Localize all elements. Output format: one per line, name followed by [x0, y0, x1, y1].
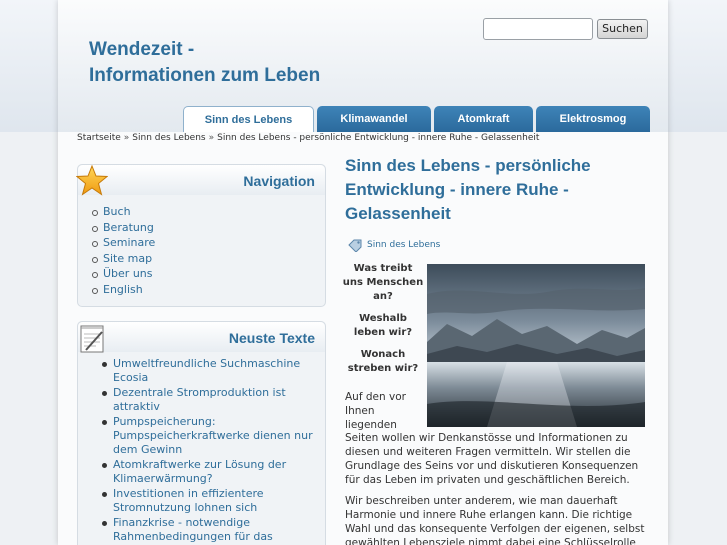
news-list: Umweltfreundliche Suchmaschine Ecosia De… [102, 357, 313, 545]
site-title-line2[interactable]: Informationen zum Leben [89, 63, 389, 89]
nav-item-beratung[interactable]: Beratung [91, 220, 155, 236]
search-button[interactable]: Suchen [597, 19, 648, 39]
site-title-line1[interactable]: Wendezeit - [89, 37, 389, 63]
tab-sinn-des-lebens[interactable]: Sinn des Lebens [183, 106, 314, 132]
header: Wendezeit - Informationen zum Leben Such… [58, 0, 668, 132]
navigation-title: Navigation [243, 173, 315, 189]
tag-link[interactable]: Sinn des Lebens [367, 240, 440, 250]
nav-item-english[interactable]: English [91, 282, 155, 298]
tab-atomkraft[interactable]: Atomkraft [434, 106, 533, 132]
news-item[interactable]: Atomkraftwerke zur Lösung der Klimaerwär… [102, 458, 313, 486]
news-title: Neuste Texte [228, 330, 315, 346]
breadcrumb-section[interactable]: Sinn des Lebens [132, 133, 205, 143]
news-item[interactable]: Pumpspeicherung: Pumpspeicherkraftwerke … [102, 415, 313, 457]
question-text: Wonach streben wir? [347, 349, 419, 374]
notepad-icon [80, 325, 104, 353]
nav-item-buch[interactable]: Buch [91, 204, 155, 220]
navigation-list: Buch Beratung Seminare Site map Über uns… [91, 204, 155, 298]
breadcrumb-home[interactable]: Startseite [77, 133, 121, 143]
article-paragraph-2: Wir beschreiben unter anderem, wie man d… [345, 495, 645, 545]
news-item[interactable]: Dezentrale Stromproduktion ist attraktiv [102, 386, 313, 414]
page-container: Wendezeit - Informationen zum Leben Such… [58, 0, 668, 545]
star-icon [76, 165, 108, 196]
search-input[interactable] [483, 18, 593, 40]
article-title: Sinn des Lebens - persönliche Entwicklun… [345, 156, 591, 223]
nav-item-site-map[interactable]: Site map [91, 251, 155, 267]
tab-klimawandel[interactable]: Klimawandel [317, 106, 431, 132]
article-intro-rest: Seiten wollen wir Denkanstösse und Infor… [345, 432, 639, 486]
tab-elektrosmog[interactable]: Elektrosmog [536, 106, 650, 132]
article-questions: Was treibt uns Menschen an? Weshalb lebe… [342, 262, 424, 384]
news-item[interactable]: Investitionen in effizientere Stromnutzu… [102, 487, 313, 515]
nav-item-seminare[interactable]: Seminare [91, 235, 155, 251]
navigation-box: Navigation Buch Beratung Seminare Site m… [76, 164, 326, 307]
news-item[interactable]: Umweltfreundliche Suchmaschine Ecosia [102, 357, 313, 385]
breadcrumb-current: Sinn des Lebens - persönliche Entwicklun… [217, 133, 540, 143]
breadcrumb-separator: » [208, 133, 215, 143]
tag-icon [348, 239, 362, 252]
breadcrumb: Startseite» Sinn des Lebens» Sinn des Lebe… [77, 132, 539, 144]
question-text: Weshalb leben wir? [353, 313, 413, 338]
article-intro-start: Auf den vor Ihnen liegenden [345, 391, 406, 431]
nav-item-ueber-uns[interactable]: Über uns [91, 266, 155, 282]
lake-mountain-image [427, 264, 645, 427]
news-box: Neuste Texte Umweltfreundliche Suchmasch… [77, 321, 326, 545]
breadcrumb-separator: » [123, 133, 130, 143]
news-item[interactable]: Finanzkrise - notwendige Rahmenbedingung… [102, 516, 313, 545]
site-title[interactable]: Wendezeit - Informationen zum Leben [89, 37, 389, 89]
question-text: Was treibt uns Menschen an? [342, 263, 424, 302]
